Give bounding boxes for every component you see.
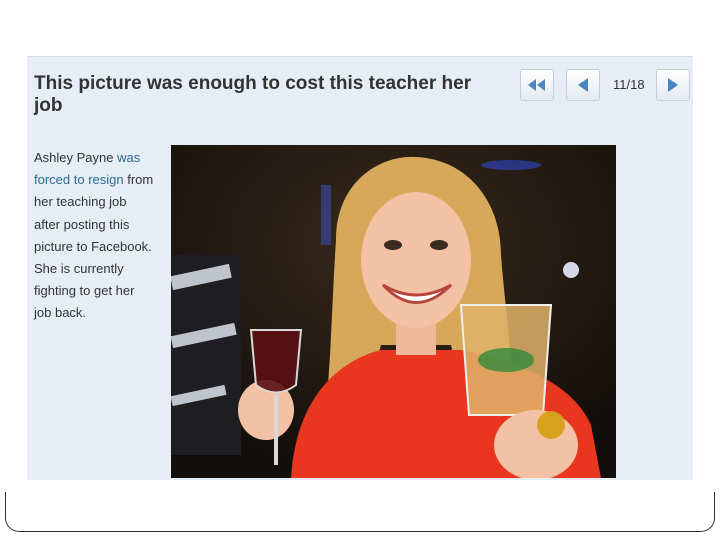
double-left-arrow-icon (528, 79, 545, 91)
slide-frame-border (5, 492, 715, 532)
right-arrow-icon (668, 78, 678, 92)
left-arrow-icon (578, 78, 588, 92)
photo-illustration (171, 145, 616, 478)
slide-counter: 11/18 (613, 77, 645, 92)
slide-photo (171, 145, 616, 478)
caption-name: Ashley Payne (34, 150, 114, 165)
next-slide-button[interactable] (656, 69, 690, 101)
first-slide-button[interactable] (520, 69, 554, 101)
slide-caption: Ashley Payne was forced to resign from h… (34, 147, 154, 325)
slide-title: This picture was enough to cost this tea… (34, 73, 472, 116)
caption-text: from her teaching job after posting this… (34, 172, 154, 321)
previous-slide-button[interactable] (566, 69, 600, 101)
slideshow-panel: This picture was enough to cost this tea… (27, 56, 693, 480)
